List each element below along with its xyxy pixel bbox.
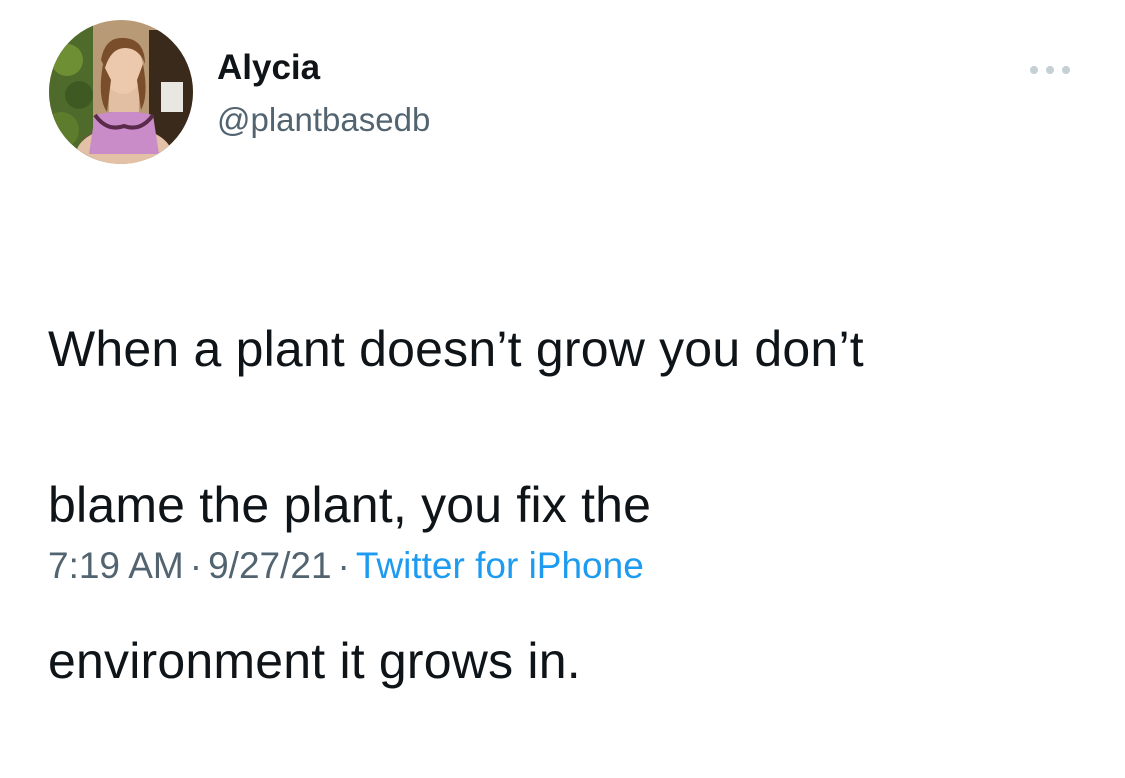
meta-separator: · bbox=[189, 545, 203, 586]
meta-separator: · bbox=[337, 545, 350, 586]
tweet-time[interactable]: 7:19 AM bbox=[48, 545, 184, 586]
tweet-text: When a plant doesn’t grow you don’t blam… bbox=[48, 232, 1088, 778]
more-options-button[interactable] bbox=[1020, 56, 1080, 84]
tweet-source-link[interactable]: Twitter for iPhone bbox=[356, 545, 644, 586]
username-handle[interactable]: @plantbasedb bbox=[217, 96, 430, 144]
profile-photo-icon bbox=[49, 20, 193, 164]
tweet-text-line: blame the plant, you fix the bbox=[48, 477, 652, 533]
tweet-text-line: When a plant doesn’t grow you don’t bbox=[48, 321, 864, 377]
tweet-text-line: environment it grows in. bbox=[48, 633, 581, 689]
display-name[interactable]: Alycia bbox=[217, 44, 320, 92]
tweet-date[interactable]: 9/27/21 bbox=[208, 545, 331, 586]
tweet-metadata: 7:19 AM · 9/27/21 · Twitter for iPhone bbox=[48, 541, 644, 591]
tweet-card: Alycia @plantbasedb When a plant doesn’t… bbox=[0, 0, 1125, 689]
more-options-icon bbox=[1030, 66, 1070, 74]
avatar[interactable] bbox=[49, 20, 193, 164]
